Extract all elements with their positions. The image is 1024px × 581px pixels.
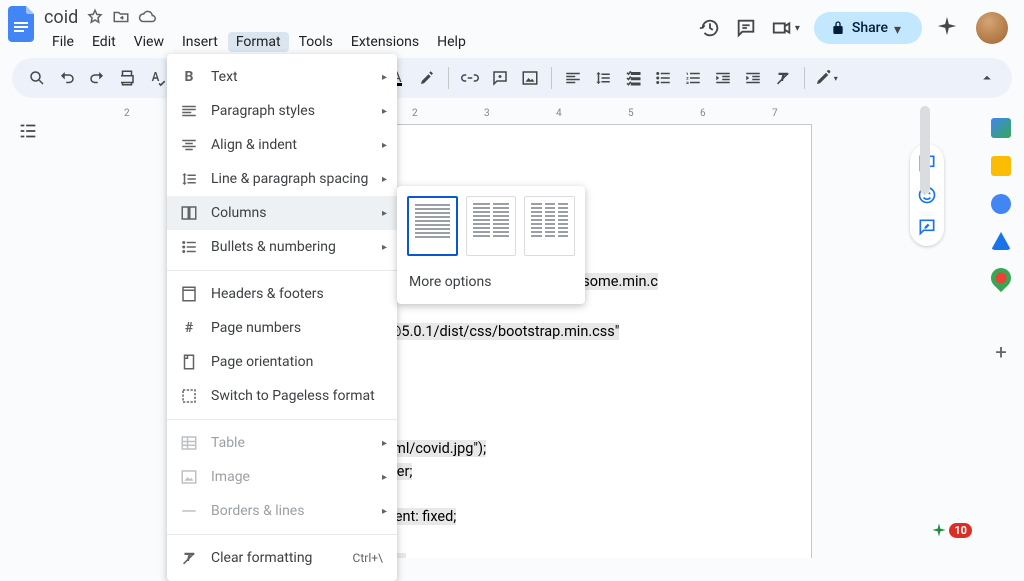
menu-insert[interactable]: Insert <box>174 32 226 52</box>
move-icon[interactable] <box>112 8 130 26</box>
share-dropdown-icon: ▾ <box>894 22 906 34</box>
redo-icon[interactable] <box>84 65 110 91</box>
status-badge-area[interactable]: 10 <box>931 522 972 538</box>
menu-page-orientation[interactable]: Page orientation <box>167 345 397 379</box>
notification-count: 10 <box>949 523 972 538</box>
menu-bullets-numbering[interactable]: Bullets & numbering▸ <box>167 230 397 264</box>
editing-mode-icon[interactable]: ▾ <box>813 65 839 91</box>
menu-format[interactable]: Format <box>228 32 289 52</box>
menu-image: Image▸ <box>167 460 397 494</box>
menu-headers-footers[interactable]: Headers & footers <box>167 277 397 311</box>
tasks-icon[interactable] <box>991 194 1011 214</box>
menu-pageless[interactable]: Switch to Pageless format <box>167 379 397 413</box>
undo-icon[interactable] <box>54 65 80 91</box>
explore-icon <box>931 522 947 538</box>
menu-help[interactable]: Help <box>429 32 474 52</box>
cloud-status-icon[interactable] <box>138 8 156 26</box>
columns-submenu: More options <box>397 186 585 304</box>
menu-view[interactable]: View <box>126 32 172 52</box>
numbered-list-icon[interactable] <box>680 65 706 91</box>
share-label: Share <box>852 20 888 36</box>
menu-text[interactable]: BText▸ <box>167 60 397 94</box>
toolbar: 12 B I U A ▾ <box>12 58 1012 98</box>
link-icon[interactable] <box>457 65 483 91</box>
search-icon[interactable] <box>24 65 50 91</box>
menubar: File Edit View Insert Format Tools Exten… <box>44 30 699 54</box>
menu-line-spacing[interactable]: Line & paragraph spacing▸ <box>167 162 397 196</box>
menu-file[interactable]: File <box>44 32 82 52</box>
outline-icon[interactable] <box>17 120 39 142</box>
gemini-icon[interactable] <box>936 15 958 41</box>
share-button[interactable]: Share ▾ <box>814 12 922 44</box>
menu-extensions[interactable]: Extensions <box>343 32 427 52</box>
align-icon[interactable] <box>560 65 586 91</box>
star-icon[interactable] <box>86 8 104 26</box>
indent-dec-icon[interactable] <box>710 65 736 91</box>
columns-2[interactable] <box>466 196 517 256</box>
menu-table: Table▸ <box>167 426 397 460</box>
keep-icon[interactable] <box>991 156 1011 176</box>
insert-image-icon[interactable] <box>517 65 543 91</box>
indent-inc-icon[interactable] <box>740 65 766 91</box>
line-spacing-icon[interactable] <box>590 65 616 91</box>
menu-borders-lines: Borders & lines▸ <box>167 494 397 528</box>
columns-1[interactable] <box>407 196 458 256</box>
format-menu: BText▸ Paragraph styles▸ Align & indent▸… <box>167 54 397 581</box>
clear-format-icon[interactable] <box>770 65 796 91</box>
avatar[interactable] <box>976 12 1008 44</box>
calendar-icon[interactable] <box>991 118 1011 138</box>
menu-columns[interactable]: Columns▸ <box>167 196 397 230</box>
add-comment-icon[interactable] <box>487 65 513 91</box>
doc-title[interactable]: coid <box>44 7 78 28</box>
columns-more-options[interactable]: More options <box>407 270 575 294</box>
menu-page-numbers[interactable]: #Page numbers <box>167 311 397 345</box>
add-sidebar-icon[interactable]: + <box>995 340 1006 364</box>
side-panel: + <box>978 106 1024 558</box>
docs-logo[interactable] <box>8 6 36 42</box>
highlight-icon[interactable] <box>414 65 440 91</box>
menu-tools[interactable]: Tools <box>291 32 341 52</box>
bulleted-list-icon[interactable] <box>650 65 676 91</box>
contacts-icon[interactable] <box>991 232 1011 250</box>
menu-paragraph-styles[interactable]: Paragraph styles▸ <box>167 94 397 128</box>
checklist-icon[interactable] <box>620 65 646 91</box>
columns-3[interactable] <box>524 196 575 256</box>
meet-button[interactable]: ▾ <box>771 17 800 39</box>
menu-edit[interactable]: Edit <box>84 32 124 52</box>
maps-icon[interactable] <box>987 264 1015 292</box>
comments-icon[interactable] <box>735 17 757 39</box>
history-icon[interactable] <box>699 17 721 39</box>
menu-clear-formatting[interactable]: Clear formattingCtrl+\ <box>167 541 397 575</box>
scrollbar[interactable] <box>918 106 932 558</box>
print-icon[interactable] <box>114 65 140 91</box>
collapse-toolbar-icon[interactable] <box>974 65 1000 91</box>
menu-align-indent[interactable]: Align & indent▸ <box>167 128 397 162</box>
